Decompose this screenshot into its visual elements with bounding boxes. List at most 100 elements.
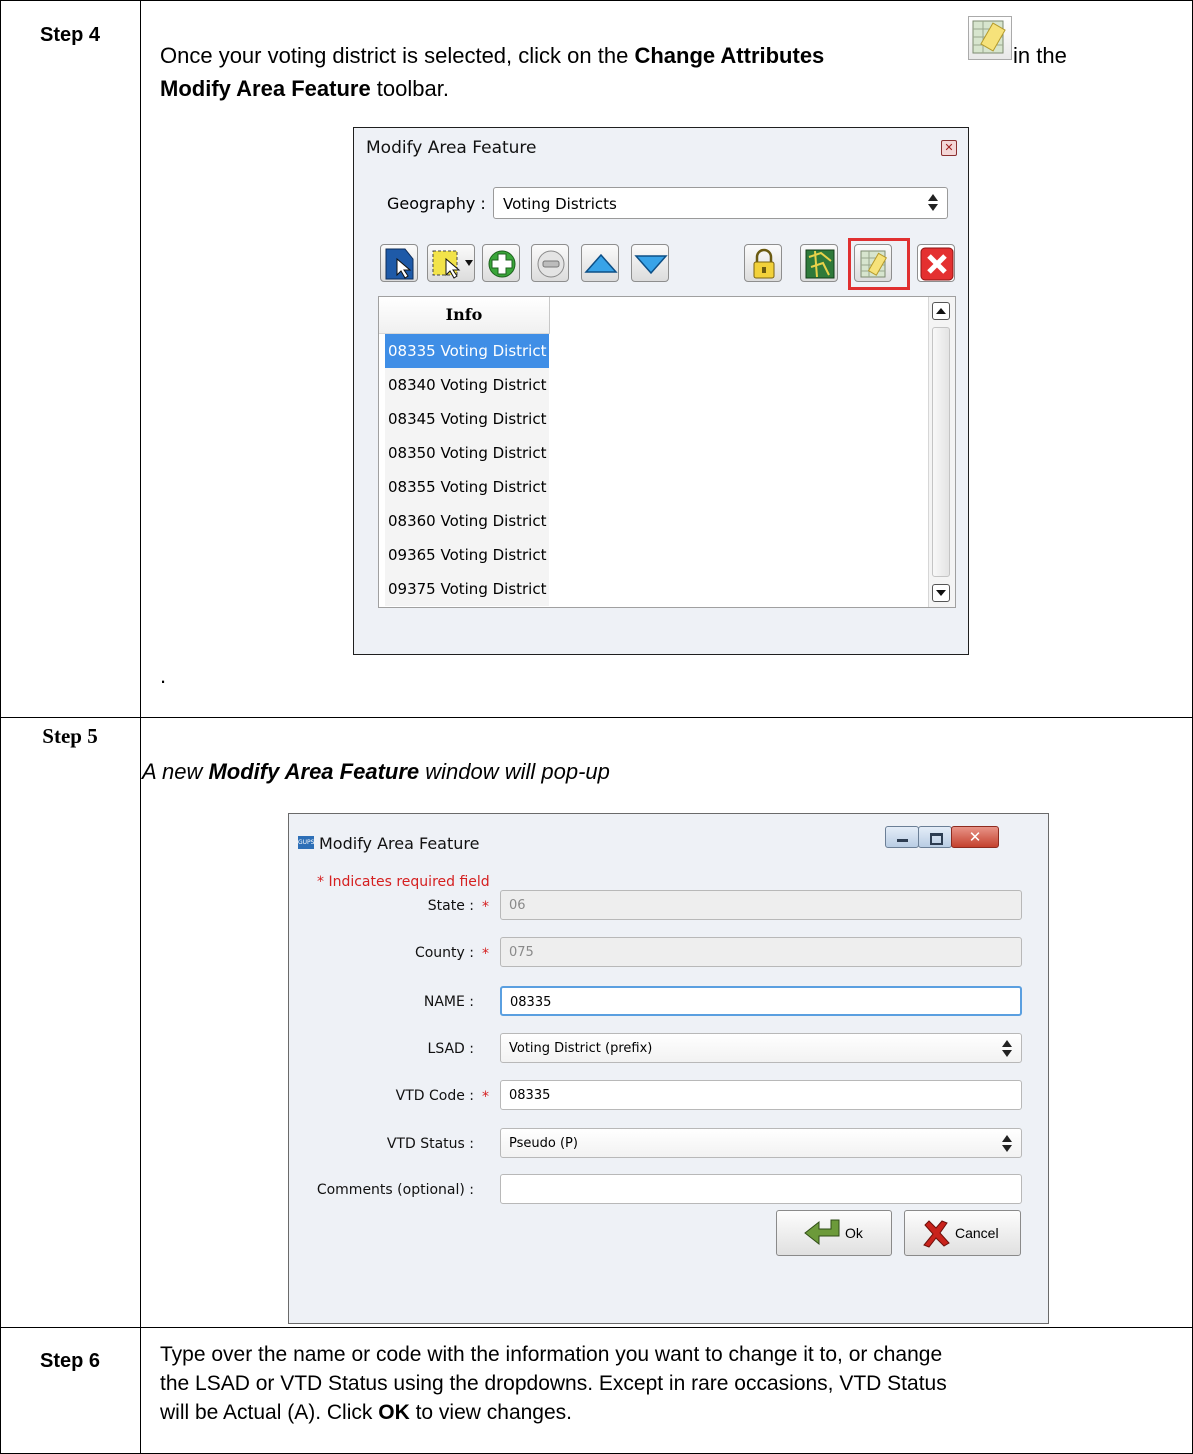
area-select-button[interactable] — [427, 244, 475, 282]
instruction-table: Step 4 Once your voting district is sele… — [0, 0, 1193, 1454]
app-icon: GUPS — [298, 836, 314, 849]
step-6-line-3: will be Actual (A). Click OK to view cha… — [160, 1398, 947, 1427]
list-item[interactable]: 08350 Voting District — [385, 436, 549, 470]
step-6-line-3-end: to view changes. — [409, 1401, 572, 1424]
select-feature-button[interactable] — [380, 244, 418, 282]
required-field-note: * Indicates required field — [317, 874, 490, 890]
field-input[interactable] — [500, 1174, 1022, 1204]
step-4-trailing-period: . — [160, 663, 167, 688]
move-up-button[interactable] — [581, 244, 619, 282]
step-6-text: Type over the name or code with the info… — [160, 1340, 947, 1427]
field-dropdown[interactable]: Pseudo (P) — [500, 1128, 1022, 1158]
chevron-updown-icon — [1002, 1039, 1012, 1059]
field-label: County : — [414, 945, 474, 961]
change-attributes-highlight — [848, 238, 910, 290]
field-input[interactable]: 08335 — [500, 1080, 1022, 1110]
field-value: 08335 — [510, 995, 552, 1010]
field-input[interactable]: 08335 — [500, 986, 1022, 1016]
table-column-divider — [140, 0, 141, 1454]
field-input: 075 — [500, 937, 1022, 967]
required-marker: * — [482, 946, 489, 962]
ok-button[interactable]: Ok — [776, 1210, 892, 1256]
move-up-icon — [584, 253, 618, 273]
move-down-icon — [634, 255, 668, 275]
step-6-line-2: the LSAD or VTD Status using the dropdow… — [160, 1372, 947, 1395]
step-6-line-3-start: will be Actual (A). Click — [160, 1401, 379, 1424]
scroll-up-icon[interactable] — [932, 302, 950, 320]
step-6-line-1: Type over the name or code with the info… — [160, 1343, 943, 1366]
minimize-icon[interactable] — [885, 826, 919, 848]
close-window-button[interactable]: ✕ — [951, 826, 999, 848]
field-input: 06 — [500, 890, 1022, 920]
step-6-label: Step 6 — [39, 1350, 101, 1372]
ok-arrow-icon — [804, 1219, 840, 1246]
step-4-bold-change-attributes: Change Attributes — [634, 43, 825, 68]
required-marker: * — [482, 899, 489, 915]
scroll-down-icon[interactable] — [932, 584, 950, 602]
area-select-icon — [432, 250, 473, 279]
modify-area-feature-toolbar-window: Modify Area Feature ✕ Geography : Voting… — [353, 127, 969, 655]
chevron-updown-icon — [928, 193, 938, 213]
list-item[interactable]: 08360 Voting District — [385, 504, 549, 538]
window-titlebar: Modify Area Feature ✕ — [354, 128, 968, 168]
close-icon[interactable]: ✕ — [941, 140, 957, 156]
field-label: State : — [427, 898, 474, 914]
maximize-icon[interactable] — [918, 826, 952, 848]
delete-button[interactable] — [917, 244, 955, 282]
list-item[interactable]: 08340 Voting District — [385, 368, 549, 402]
step-6-bold-ok: OK — [378, 1401, 410, 1424]
table-border-top — [0, 0, 1193, 1]
dialog-title: Modify Area Feature — [319, 834, 480, 853]
add-button[interactable] — [482, 244, 520, 282]
geography-select[interactable]: Voting Districts — [493, 187, 948, 219]
list-item[interactable]: 09375 Voting District — [385, 572, 549, 606]
list-item[interactable]: 09365 Voting District — [385, 538, 549, 572]
map-button[interactable] — [800, 244, 838, 282]
step-4-text-line1: Once your voting district is selected, c… — [160, 40, 824, 72]
ok-label: Ok — [845, 1225, 863, 1241]
field-label: NAME : — [423, 994, 474, 1010]
field-value: Voting District (prefix) — [509, 1041, 653, 1056]
step-5-text-a-new: A new — [142, 759, 209, 784]
field-label: VTD Status : — [386, 1136, 474, 1152]
step-5-text-window-popup: window will pop-up — [419, 759, 610, 784]
step-4-text-line2: Modify Area Feature toolbar. — [160, 73, 449, 105]
row-divider-2 — [0, 1327, 1193, 1328]
cancel-button[interactable]: Cancel — [904, 1210, 1021, 1256]
step-4-text-toolbar: toolbar. — [370, 76, 449, 101]
list-item[interactable]: 08355 Voting District — [385, 470, 549, 504]
delete-icon — [920, 247, 954, 281]
geography-value: Voting Districts — [503, 195, 617, 213]
required-marker: * — [482, 1089, 489, 1105]
move-down-button[interactable] — [631, 244, 669, 282]
step-4-text: Once your voting district is selected, c… — [160, 43, 635, 68]
geography-label: Geography : — [387, 194, 486, 213]
cancel-label: Cancel — [955, 1225, 999, 1241]
field-label: VTD Code : — [395, 1088, 474, 1104]
close-icon: ✕ — [968, 828, 982, 846]
features-list[interactable]: Info 08335 Voting District 08340 Voting D… — [378, 296, 956, 608]
add-icon — [488, 250, 516, 278]
step-4-label: Step 4 — [39, 24, 101, 46]
field-value: 075 — [509, 945, 534, 960]
select-feature-icon — [385, 248, 414, 280]
window-title: Modify Area Feature — [366, 138, 537, 158]
row-divider-1 — [0, 717, 1193, 718]
scroll-thumb[interactable] — [932, 327, 950, 577]
field-dropdown[interactable]: Voting District (prefix) — [500, 1033, 1022, 1063]
change-attributes-inline-icon — [968, 16, 1012, 60]
map-icon — [805, 249, 835, 279]
field-value: Pseudo (P) — [509, 1136, 578, 1151]
vertical-scrollbar[interactable] — [928, 297, 955, 607]
step-5-bold-modify-area-feature: Modify Area Feature — [208, 759, 420, 784]
remove-button[interactable] — [531, 244, 569, 282]
list-item[interactable]: 08335 Voting District — [385, 334, 549, 368]
remove-icon — [537, 250, 565, 278]
step-5-label: Step 5 — [42, 724, 98, 748]
cancel-x-icon — [923, 1220, 950, 1248]
list-item[interactable]: 08345 Voting District — [385, 402, 549, 436]
field-value: 06 — [509, 898, 526, 913]
column-header-info[interactable]: Info — [379, 297, 550, 334]
field-value: 08335 — [509, 1088, 551, 1103]
lock-button[interactable] — [744, 244, 782, 282]
